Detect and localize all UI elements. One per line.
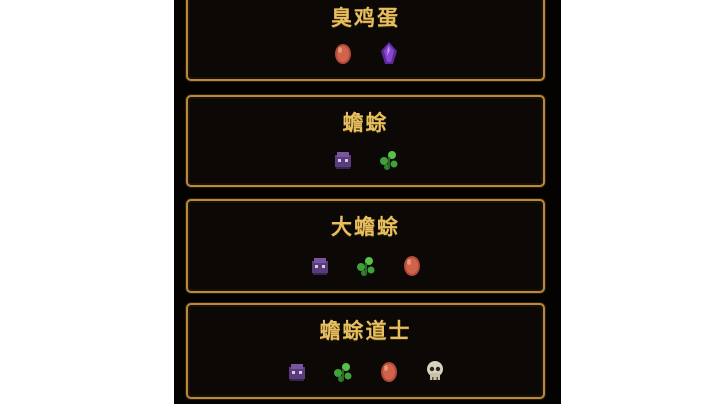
recipe-title: 蟾蜍道士 <box>319 319 412 343</box>
red-egg-icon <box>380 362 397 382</box>
recipe-card-big-toad[interactable]: 大蟾蜍 <box>186 199 545 293</box>
recipe-title: 大蟾蜍 <box>331 215 400 239</box>
recipe-title: 臭鸡蛋 <box>331 6 400 30</box>
ingredient-row <box>188 253 543 277</box>
purple-mushroom-icon <box>288 364 305 381</box>
red-egg-icon <box>334 44 351 64</box>
recipe-card-toad-taoist[interactable]: 蟾蜍道士 <box>186 303 545 399</box>
purple-mushroom-icon <box>334 152 351 169</box>
green-herb-icon <box>356 257 374 276</box>
red-egg-icon <box>403 256 420 276</box>
ingredient-row <box>188 41 543 65</box>
ingredient-row <box>188 147 543 171</box>
recipe-card-toad[interactable]: 蟾蜍 <box>186 95 545 187</box>
green-herb-icon <box>379 151 397 170</box>
recipe-title: 蟾蜍 <box>342 111 389 135</box>
skull-icon <box>426 361 443 380</box>
recipe-card-stinky-egg[interactable]: 臭鸡蛋 <box>186 0 545 81</box>
purple-crystal-icon <box>380 42 397 64</box>
ingredient-row <box>188 359 543 383</box>
green-herb-icon <box>333 363 351 382</box>
recipe-panel: 臭鸡蛋 蟾蜍 大蟾蜍 蟾蜍道士 <box>174 0 561 404</box>
purple-mushroom-icon <box>311 258 328 275</box>
